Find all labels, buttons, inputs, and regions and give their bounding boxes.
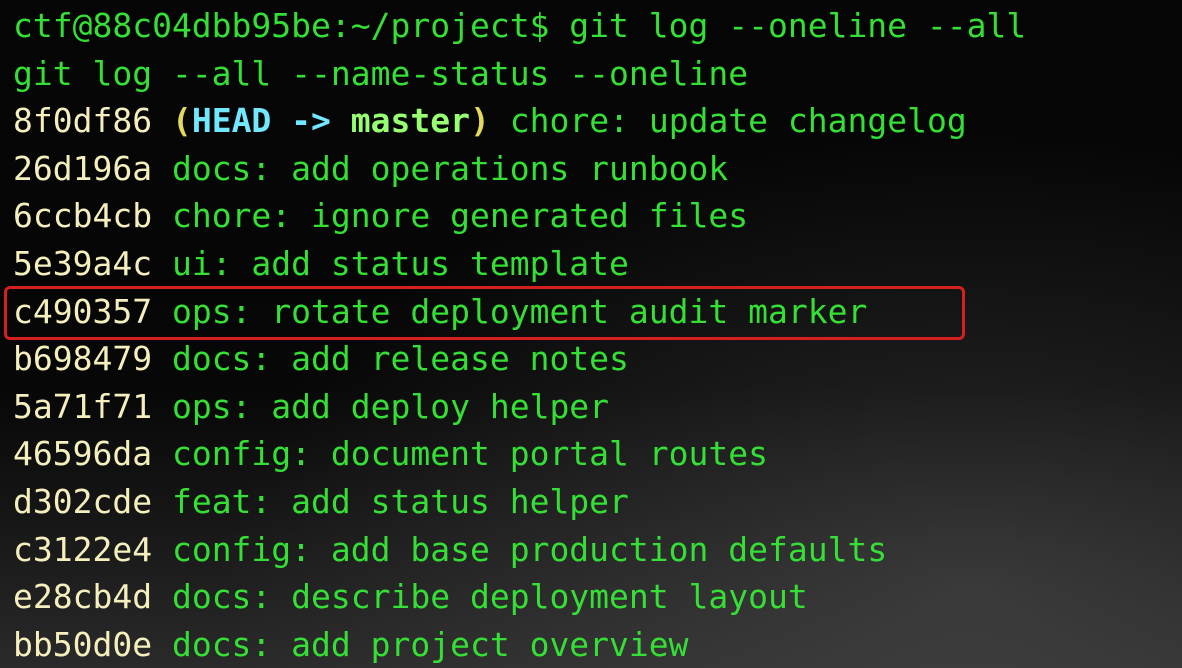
commit-line: 6ccb4cb chore: ignore generated files bbox=[0, 192, 1182, 240]
commit-message: config: document portal routes bbox=[171, 434, 768, 474]
commit-line: e28cb4d docs: describe deployment layout bbox=[0, 573, 1182, 621]
commit-line: 46596da config: document portal routes bbox=[0, 430, 1182, 478]
commit-hash: 46596da bbox=[13, 434, 153, 474]
commit-message: docs: add project overview bbox=[171, 624, 689, 664]
commit-line: b698479 docs: add release notes bbox=[0, 335, 1182, 383]
head-commit-line: 8f0df86 (HEAD -> master) chore: update c… bbox=[0, 97, 1182, 145]
commit-line: 5a71f71 ops: add deploy helper bbox=[0, 383, 1182, 431]
commit-line: 26d196a docs: add operations runbook bbox=[0, 145, 1182, 193]
commit-message: chore: ignore generated files bbox=[171, 196, 749, 236]
commit-line: c3122e4 config: add base production defa… bbox=[0, 526, 1182, 574]
highlighted-commit-line: c490357 ops: rotate deployment audit mar… bbox=[0, 288, 1182, 336]
commit-line: 5e39a4c ui: add status template bbox=[0, 240, 1182, 288]
commit-message: ops: rotate deployment audit marker bbox=[171, 291, 868, 331]
terminal-window: ctf@88c04dbb95be:~/project$ git log --on… bbox=[0, 0, 1182, 668]
commit-message: config: add base production defaults bbox=[171, 529, 888, 569]
ref-open-paren: ( bbox=[171, 101, 192, 141]
commit-hash: c490357 bbox=[13, 291, 153, 331]
head-ref-label: HEAD bbox=[191, 101, 272, 141]
branch-ref-label: master bbox=[350, 101, 471, 141]
commit-message: docs: describe deployment layout bbox=[171, 577, 808, 617]
commit-hash: 5a71f71 bbox=[13, 386, 153, 426]
commit-hash: bb50d0e bbox=[13, 624, 153, 664]
typed-command-line: git log --all --name-status --oneline bbox=[13, 53, 749, 93]
commit-hash: e28cb4d bbox=[13, 577, 153, 617]
commit-hash: 6ccb4cb bbox=[13, 196, 153, 236]
commit-hash: 5e39a4c bbox=[13, 243, 153, 283]
commit-message: ops: add deploy helper bbox=[171, 386, 610, 426]
ref-arrow: -> bbox=[271, 101, 351, 141]
commit-message: docs: add release notes bbox=[171, 339, 629, 379]
commit-message: ui: add status template bbox=[171, 243, 629, 283]
commit-line: bb50d0e docs: add project overview bbox=[0, 621, 1182, 668]
commit-hash: b698479 bbox=[13, 339, 153, 379]
commit-message: feat: add status helper bbox=[171, 481, 629, 521]
commit-hash: c3122e4 bbox=[13, 529, 153, 569]
commit-hash: 26d196a bbox=[13, 148, 153, 188]
commit-hash: d302cde bbox=[13, 481, 153, 521]
shell-prompt-line: ctf@88c04dbb95be:~/project$ git log --on… bbox=[13, 6, 1027, 45]
ref-close-paren: ) bbox=[470, 101, 490, 141]
commit-line: d302cde feat: add status helper bbox=[0, 478, 1182, 526]
commit-message: docs: add operations runbook bbox=[171, 148, 729, 188]
commit-message: chore: update changelog bbox=[509, 101, 967, 141]
commit-hash: 8f0df86 bbox=[13, 101, 153, 141]
